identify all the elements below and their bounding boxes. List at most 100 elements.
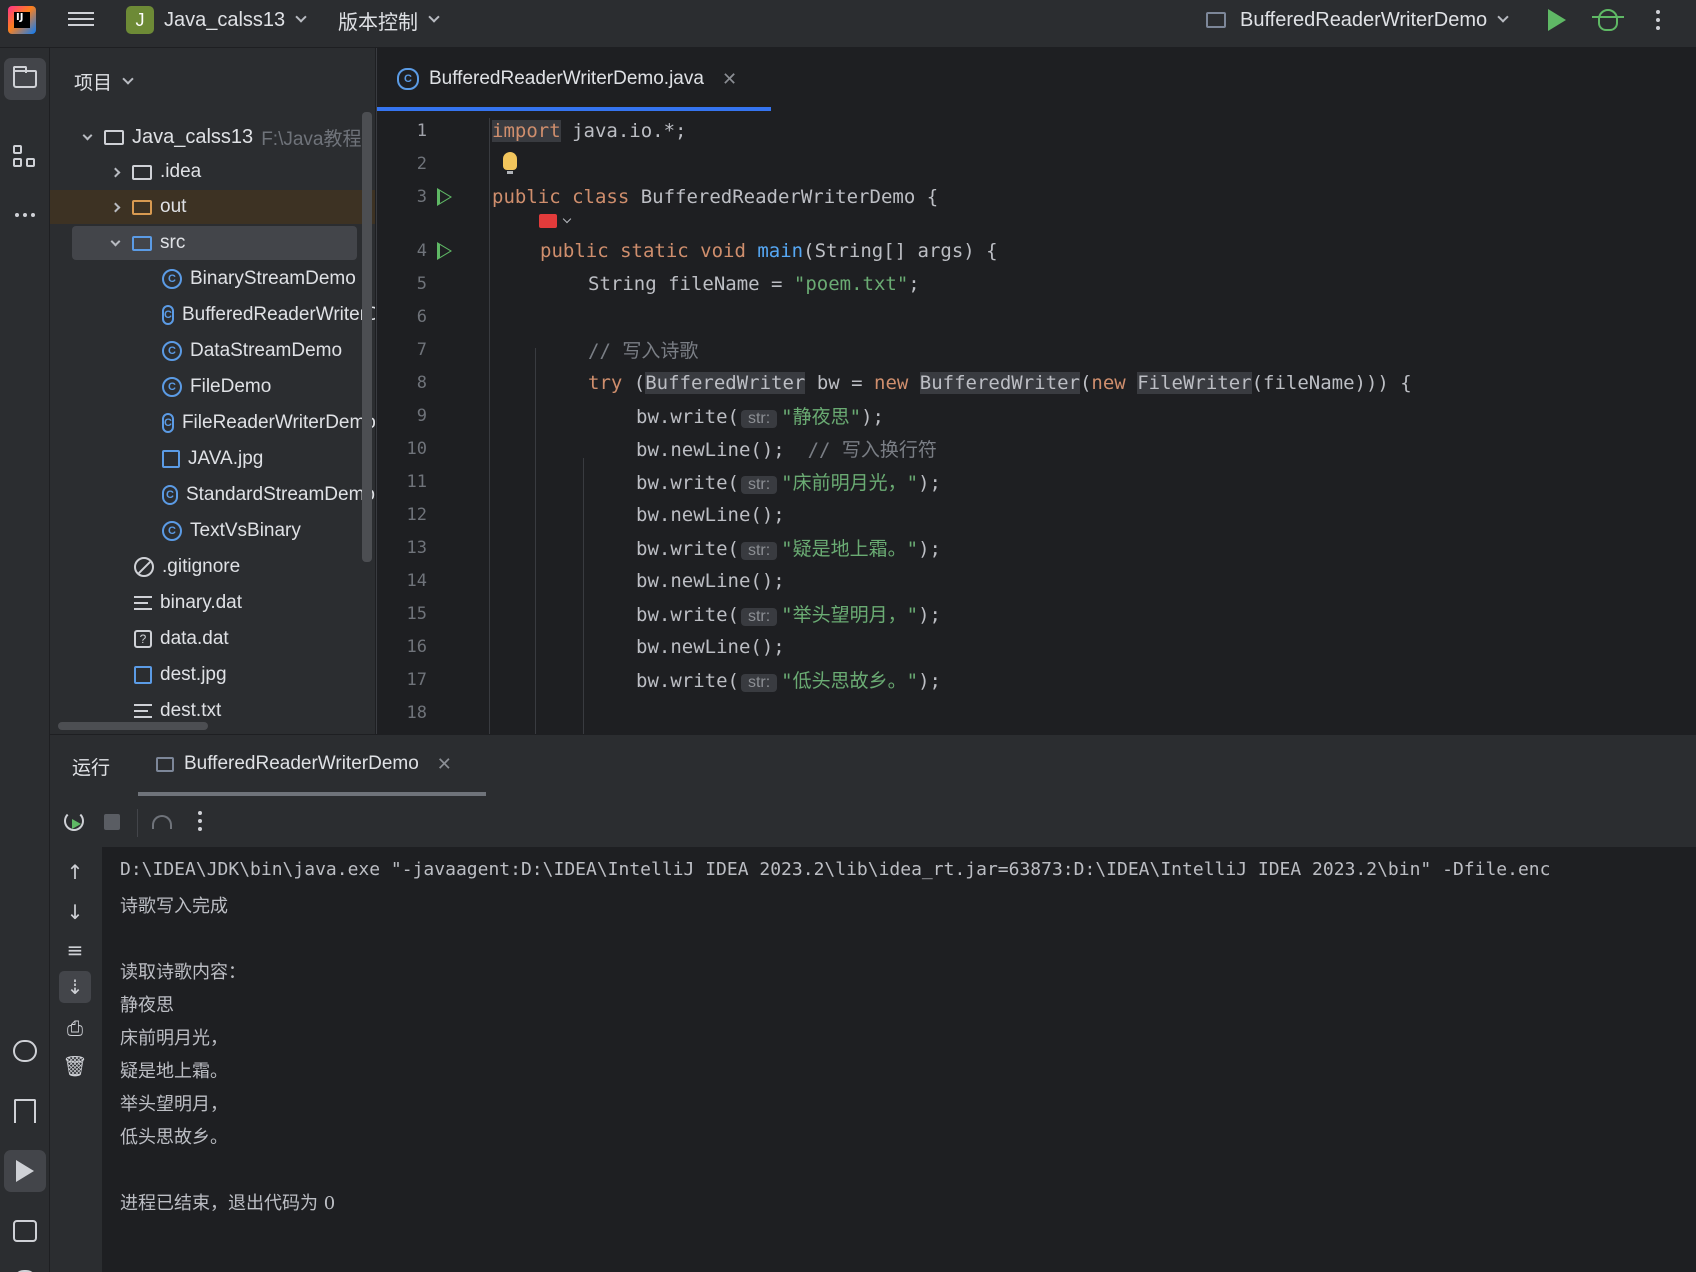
soft-wrap-icon[interactable]: ≡ (62, 937, 88, 963)
code-text: // 写入诗歌 (492, 336, 698, 363)
code-line[interactable]: 7 // 写入诗歌 (377, 333, 1696, 366)
arrow-up-icon[interactable]: ↑ (62, 859, 88, 885)
code-line[interactable]: 10 bw.newLine(); // 写入换行符 (377, 432, 1696, 465)
code-line[interactable]: 9 bw.write(str: "静夜思"); (377, 399, 1696, 432)
tree-item-label: src (160, 232, 186, 253)
console-output[interactable]: D:\IDEA\JDK\bin\java.exe "-javaagent:D:\… (102, 847, 1696, 1272)
code-token: bw.write( (636, 670, 739, 692)
tree-item-class[interactable]: C BufferedReaderWriterDemo (50, 298, 375, 332)
code-line[interactable]: 11 bw.write(str: "床前明月光，"); (377, 465, 1696, 498)
profiler-icon[interactable] (152, 815, 172, 829)
more-actions-button[interactable] (1656, 0, 1660, 40)
line-number: 13 (406, 537, 427, 558)
code-text: public static void main(String[] args) { (492, 240, 998, 262)
string-literal: "低头思故乡。" (781, 670, 919, 692)
code-line[interactable]: 12 bw.newLine(); (377, 498, 1696, 531)
project-vertical-scrollbar[interactable] (362, 112, 372, 562)
code-text: try (BufferedWriter bw = new BufferedWri… (492, 371, 1412, 394)
tree-item-class[interactable]: C FileDemo (50, 370, 375, 404)
console-line: 静夜思 (120, 995, 174, 1016)
code-line[interactable]: 2 (377, 147, 1696, 180)
line-number: 12 (406, 504, 427, 525)
vcs-menu[interactable]: 版本控制 (338, 0, 440, 40)
tree-item-image[interactable]: dest.jpg (50, 658, 375, 692)
parameter-hint: str: (740, 476, 778, 494)
arrow-down-icon[interactable]: ↓ (62, 899, 88, 925)
code-line[interactable]: 1 import java.io.*; (377, 114, 1696, 147)
code-token: ( (622, 371, 646, 394)
project-view-selector[interactable]: 项目 (74, 68, 134, 95)
code-line[interactable]: 18 (377, 696, 1696, 729)
run-config-selector[interactable]: BufferedReaderWriterDemo (1206, 0, 1509, 40)
more-tools-button[interactable] (4, 194, 46, 236)
build-tool-button[interactable] (4, 1090, 46, 1132)
line-number: 7 (416, 339, 427, 360)
code-line[interactable]: 3 public class BufferedReaderWriterDemo … (377, 180, 1696, 213)
project-horizontal-scrollbar[interactable] (58, 722, 208, 730)
run-button[interactable] (1548, 0, 1566, 40)
tree-item-file[interactable]: binary.dat (50, 586, 375, 620)
debug-button[interactable] (1592, 0, 1624, 40)
tree-item-out[interactable]: out (50, 190, 375, 224)
trash-icon[interactable]: 🗑 (62, 1053, 88, 1079)
keyword: import (492, 119, 561, 142)
code-token: bw.newLine(); (636, 569, 785, 592)
code-token: (fileName))) { (1251, 371, 1412, 394)
code-line[interactable]: 6 (377, 300, 1696, 333)
run-gutter-icon[interactable] (437, 187, 452, 206)
unknown-file-icon: ? (134, 630, 152, 648)
scroll-to-end-icon[interactable]: ⇣ (59, 971, 91, 1003)
services-tool-button[interactable] (4, 1030, 46, 1072)
code-token: ); (918, 670, 941, 692)
main-menu-icon[interactable] (68, 8, 94, 30)
method-name: main (757, 239, 804, 262)
problems-tool-button[interactable] (4, 1260, 46, 1272)
code-line[interactable]: 4 public static void main(String[] args)… (377, 234, 1696, 267)
project-switcher[interactable]: J Java_calss13 (126, 0, 307, 40)
class-icon: C (162, 413, 174, 433)
code-line[interactable]: 17 bw.write(str: "低头思故乡。"); (377, 663, 1696, 696)
tree-root[interactable]: Java_calss13 F:\Java教程 (50, 120, 375, 154)
rerun-icon[interactable] (64, 811, 84, 831)
project-tool-button[interactable] (4, 58, 46, 100)
code-token: java.io.*; (560, 119, 687, 142)
run-config-icon (156, 756, 174, 772)
structure-tool-button[interactable] (4, 136, 46, 178)
code-line[interactable]: 14 bw.newLine(); (377, 564, 1696, 597)
editor-tab[interactable]: C BufferedReaderWriterDemo.java ✕ (397, 48, 749, 110)
tree-item-file[interactable]: .gitignore (50, 550, 375, 584)
tree-item-idea[interactable]: .idea (50, 155, 375, 189)
code-line[interactable]: 8 try (BufferedWriter bw = new BufferedW… (377, 366, 1696, 399)
tree-item-file[interactable]: ? data.dat (50, 622, 375, 656)
chevron-down-icon[interactable] (562, 214, 572, 224)
translate-plugin-icon[interactable] (539, 214, 557, 228)
close-icon[interactable]: ✕ (437, 754, 452, 775)
run-gutter-icon[interactable] (437, 241, 452, 260)
run-tab[interactable]: BufferedReaderWriterDemo ✕ (156, 753, 452, 775)
tree-item-class[interactable]: C FileReaderWriterDemo (50, 406, 375, 440)
terminal-tool-button[interactable] (4, 1210, 46, 1252)
tree-item-class[interactable]: C StandardStreamDemo (50, 478, 375, 512)
close-icon[interactable]: ✕ (722, 69, 737, 90)
intellij-logo-icon[interactable]: IJ (8, 6, 36, 34)
code-line[interactable]: 5 String fileName = "poem.txt"; (377, 267, 1696, 300)
code-line[interactable]: 16 bw.newLine(); (377, 630, 1696, 663)
code-line[interactable]: 15 bw.write(str: "举头望明月，"); (377, 597, 1696, 630)
active-tab-indicator (138, 792, 486, 796)
tree-item-image[interactable]: JAVA.jpg (50, 442, 375, 476)
code-line[interactable]: 13 bw.write(str: "疑是地上霜。"); (377, 531, 1696, 564)
tree-item-class[interactable]: C DataStreamDemo (50, 334, 375, 368)
tree-item-src[interactable]: src (72, 226, 357, 260)
run-panel-title: 运行 (72, 758, 111, 779)
parameter-hint: str: (740, 674, 778, 692)
run-tool-button[interactable] (4, 1150, 46, 1192)
tree-item-class[interactable]: C BinaryStreamDemo (50, 262, 375, 296)
line-number: 1 (416, 120, 427, 141)
more-vertical-icon[interactable] (198, 811, 202, 831)
title-bar: IJ J Java_calss13 版本控制 BufferedReaderWri… (0, 0, 1696, 48)
tree-item-class[interactable]: C TextVsBinary (50, 514, 375, 548)
line-number: 17 (406, 669, 427, 690)
stop-icon[interactable] (104, 814, 120, 830)
print-icon[interactable]: ⎙ (62, 1015, 88, 1041)
